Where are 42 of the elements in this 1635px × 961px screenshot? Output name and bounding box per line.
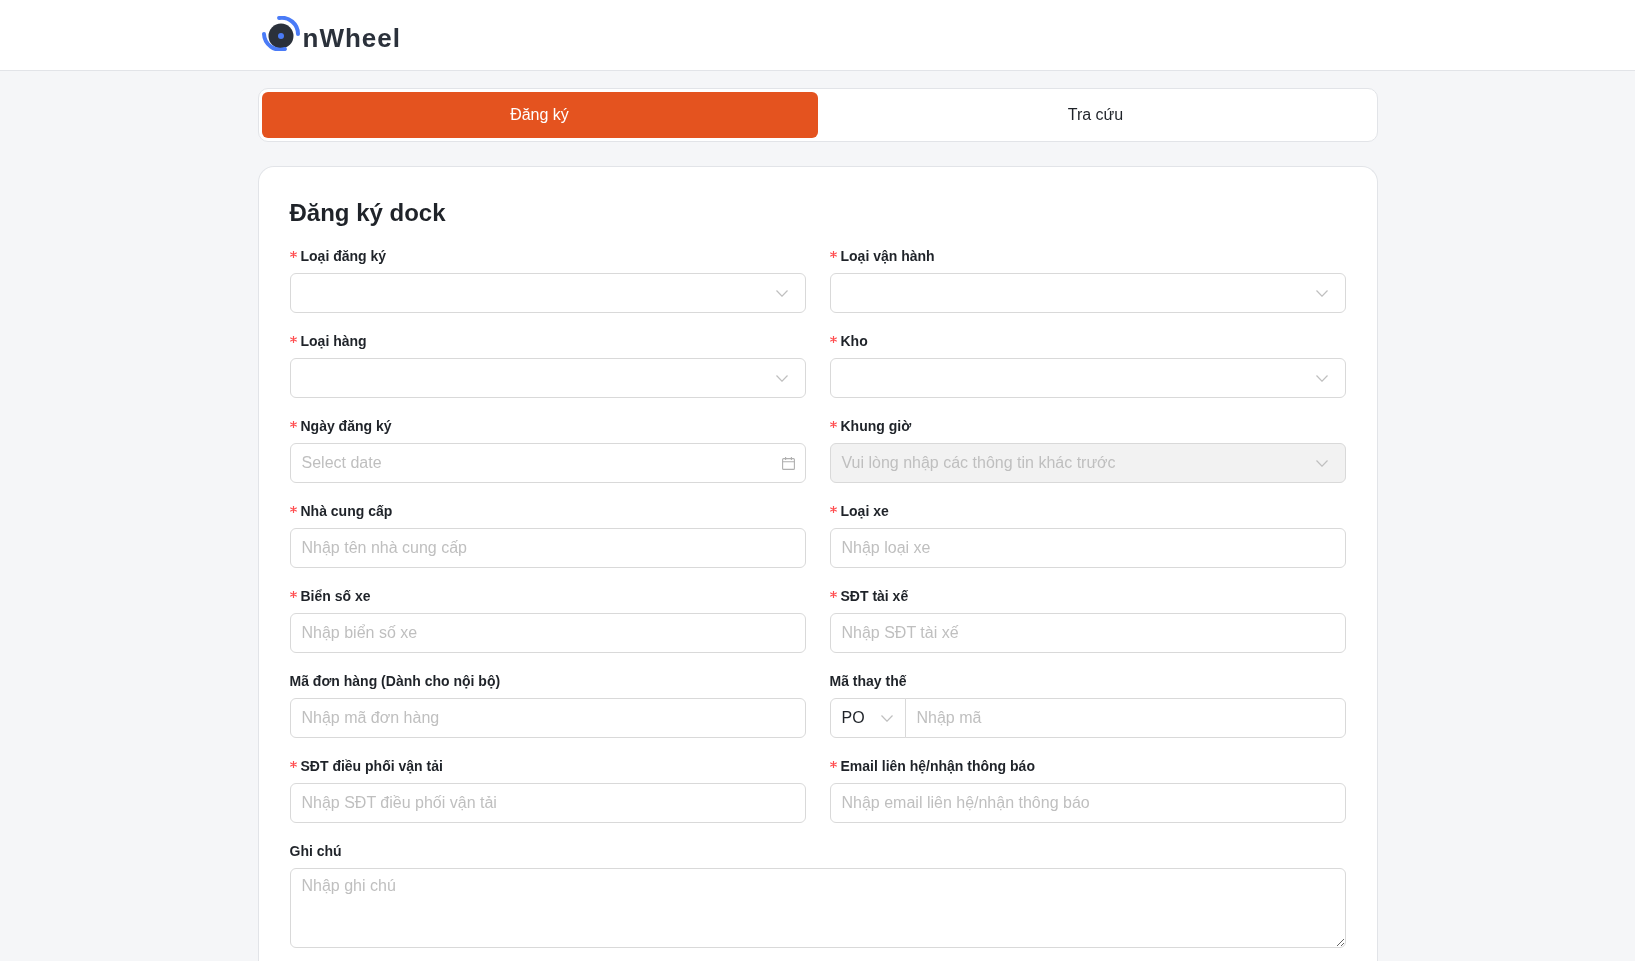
field-label: SĐT tài xế (840, 588, 909, 604)
input-field[interactable]: Nhập loại xe (829, 528, 1346, 568)
select-field[interactable] (829, 273, 1346, 313)
field-label: Khung giờ (840, 418, 912, 434)
logo-text: nWheel (302, 23, 401, 53)
field-label: Loại đăng ký (300, 248, 387, 264)
wheel-logo-icon (261, 15, 300, 51)
tab[interactable]: Tra cứu (817, 92, 1374, 138)
field-label: Mã thay thế (829, 673, 907, 689)
input-field[interactable]: Nhập biển số xe (289, 613, 806, 653)
field-label: Loại hàng (300, 333, 367, 349)
chevron-down-icon (775, 289, 788, 297)
field-label: Loại vận hành (840, 248, 935, 264)
field-label: Biển số xe (300, 588, 371, 604)
input-field[interactable]: Nhập mã đơn hàng (289, 698, 806, 738)
chevron-down-icon (1315, 459, 1328, 467)
input-field[interactable]: Nhập email liên hệ/nhận thông báo (829, 783, 1346, 823)
chevron-down-icon (880, 714, 893, 722)
field-label: Kho (840, 333, 868, 349)
select-field[interactable] (829, 358, 1346, 398)
field-label: Nhà cung cấp (300, 503, 393, 519)
calendar-icon (781, 457, 795, 470)
input-field[interactable]: Nhập SĐT điều phối vận tải (289, 783, 806, 823)
select-field[interactable] (289, 358, 806, 398)
date-field[interactable]: Select date (289, 443, 806, 483)
input-field[interactable]: Nhập tên nhà cung cấp (289, 528, 806, 568)
field-label: SĐT điều phối vận tải (300, 758, 443, 774)
prefix-select[interactable]: PO (829, 698, 906, 738)
input-field[interactable]: Nhập mã (904, 698, 1346, 738)
chevron-down-icon (1315, 374, 1328, 382)
chevron-down-icon (1315, 289, 1328, 297)
field-label: Ngày đăng ký (300, 418, 392, 434)
field-label: Mã đơn hàng (Dành cho nội bộ) (289, 673, 501, 689)
field-label: Loại xe (840, 503, 889, 519)
field-label: Email liên hệ/nhận thông báo (840, 758, 1035, 774)
textarea-field[interactable]: Nhập ghi chú (289, 868, 1346, 948)
input-field[interactable]: Nhập SĐT tài xế (829, 613, 1346, 653)
tab[interactable]: Đăng ký (261, 92, 818, 138)
form-title: Đăng ký dock (289, 198, 446, 228)
select-field[interactable] (289, 273, 806, 313)
chevron-down-icon (775, 374, 788, 382)
field-label: Ghi chú (289, 843, 342, 859)
